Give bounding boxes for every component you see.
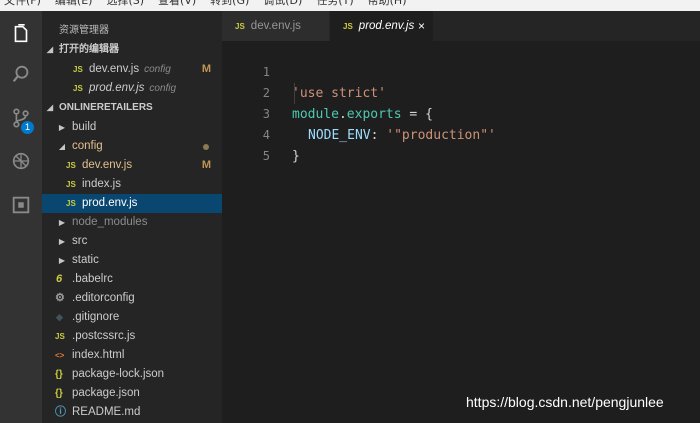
tree-file-postcssrc[interactable]: JS .postcssrc.js xyxy=(42,327,222,346)
chevron-right-icon: ▶ xyxy=(58,218,66,227)
html-file-icon: <> xyxy=(55,351,65,360)
chevron-down-icon: ◢ xyxy=(46,103,54,112)
tab-label: dev.env.js xyxy=(250,20,301,32)
js-file-icon: JS xyxy=(343,22,353,31)
tree-file-index-html[interactable]: <> index.html xyxy=(42,346,222,365)
chevron-down-icon: ◢ xyxy=(58,142,66,151)
json-file-icon: {} xyxy=(55,388,63,399)
tree-file-readme[interactable]: ⓘ README.md xyxy=(42,403,222,422)
editor-tab-bar: JS dev.env.js JS prod.env.js × xyxy=(222,11,700,41)
tree-folder-node-modules[interactable]: ▶ node_modules xyxy=(42,213,222,232)
open-editor-label: dev.env.js xyxy=(89,63,140,75)
code-line: 4 } xyxy=(222,104,300,164)
watermark: https://blog.csdn.net/pengjunlee xyxy=(466,394,664,410)
gear-icon: ⚙ xyxy=(55,292,65,304)
search-icon xyxy=(12,65,29,83)
debug-button[interactable] xyxy=(0,142,42,180)
open-editor-item-prod-env[interactable]: JS prod.env.js config xyxy=(42,79,222,98)
menu-go[interactable]: 转到(G) xyxy=(210,0,249,8)
code-line: 1 'use strict' xyxy=(222,41,386,101)
menu-edit[interactable]: 编辑(E) xyxy=(55,0,93,8)
babel-icon: 6 xyxy=(56,273,63,285)
open-editor-label: prod.env.js xyxy=(89,82,145,94)
js-file-icon: JS xyxy=(73,84,83,93)
files-icon xyxy=(14,24,28,43)
source-control-badge: 1 xyxy=(21,121,34,134)
open-editor-folder: config xyxy=(144,64,171,75)
extensions-button[interactable] xyxy=(0,186,42,224)
explorer-title: 资源管理器 xyxy=(59,25,109,36)
js-file-icon: JS xyxy=(235,22,245,31)
open-editor-folder: config xyxy=(149,83,177,94)
tree-file-package-lock[interactable]: {} package-lock.json xyxy=(42,365,222,384)
json-file-icon: {} xyxy=(55,369,63,380)
tab-dev-env[interactable]: JS dev.env.js xyxy=(222,11,329,41)
tab-label: prod.env.js xyxy=(358,20,415,32)
menu-view[interactable]: 查看(V) xyxy=(158,0,196,8)
tree-file-gitignore[interactable]: ◆ .gitignore xyxy=(42,308,222,327)
tree-folder-config[interactable]: ◢ config xyxy=(42,137,222,156)
menu-file[interactable]: 文件(F) xyxy=(4,0,41,8)
code-line: 3 NODE_ENV: '"production"' xyxy=(222,83,496,143)
code-editor[interactable]: 1 'use strict' 2 module.exports = { 3 NO… xyxy=(222,41,700,423)
modified-dot xyxy=(203,144,209,150)
git-icon: ◆ xyxy=(56,312,63,322)
search-button[interactable] xyxy=(0,55,42,93)
close-icon[interactable]: × xyxy=(418,11,425,41)
tree-file-package-json[interactable]: {} package.json xyxy=(42,384,222,403)
tree-folder-build[interactable]: ▶ build xyxy=(42,118,222,137)
chevron-right-icon: ▶ xyxy=(58,237,66,246)
tab-prod-env[interactable]: JS prod.env.js × xyxy=(330,11,433,41)
tree-folder-static[interactable]: ▶ static xyxy=(42,251,222,270)
chevron-right-icon: ▶ xyxy=(58,256,66,265)
menu-selection[interactable]: 选择(S) xyxy=(106,0,144,8)
js-file-icon: JS xyxy=(55,332,65,341)
code-line: 5 xyxy=(222,125,270,163)
activity-bar: 1 xyxy=(0,11,42,423)
extensions-icon xyxy=(12,196,30,214)
debug-icon xyxy=(12,152,30,170)
menu-tasks[interactable]: 任务(T) xyxy=(316,0,353,8)
project-header[interactable]: ◢ ONLINERETAILERS xyxy=(42,98,222,117)
modified-indicator: M xyxy=(201,63,211,75)
explorer-button[interactable] xyxy=(0,15,42,53)
tree-file-dev-env[interactable]: JS dev.env.js M xyxy=(42,156,222,175)
open-editor-item-dev-env[interactable]: JS dev.env.js config M xyxy=(42,60,222,79)
js-file-icon: JS xyxy=(66,180,76,189)
js-file-icon: JS xyxy=(66,199,76,208)
menu-bar: 文件(F) 编辑(E) 选择(S) 查看(V) 转到(G) 调试(D) 任务(T… xyxy=(0,0,700,11)
info-icon: ⓘ xyxy=(55,406,66,418)
js-file-icon: JS xyxy=(73,65,83,74)
js-file-icon: JS xyxy=(66,161,76,170)
menu-help[interactable]: 帮助(H) xyxy=(368,0,407,8)
modified-indicator: M xyxy=(201,159,211,171)
open-editors-header[interactable]: ◢ 打开的编辑器 xyxy=(42,40,222,59)
line-number: 5 xyxy=(262,149,270,163)
tree-file-editorconfig[interactable]: ⚙ .editorconfig xyxy=(42,289,222,308)
chevron-right-icon: ▶ xyxy=(58,123,66,132)
tree-file-prod-env[interactable]: JS prod.env.js xyxy=(42,194,222,213)
source-control-button[interactable]: 1 xyxy=(0,99,42,137)
tree-file-index-js[interactable]: JS index.js xyxy=(42,175,222,194)
tree-folder-src[interactable]: ▶ src xyxy=(42,232,222,251)
explorer-sidebar: 资源管理器 ◢ 打开的编辑器 JS dev.env.js config M JS … xyxy=(42,11,222,423)
chevron-down-icon: ◢ xyxy=(46,45,54,54)
menu-debug[interactable]: 调试(D) xyxy=(263,0,302,8)
code-line: 2 module.exports = { xyxy=(222,62,433,122)
tree-file-babelrc[interactable]: 6 .babelrc xyxy=(42,270,222,289)
